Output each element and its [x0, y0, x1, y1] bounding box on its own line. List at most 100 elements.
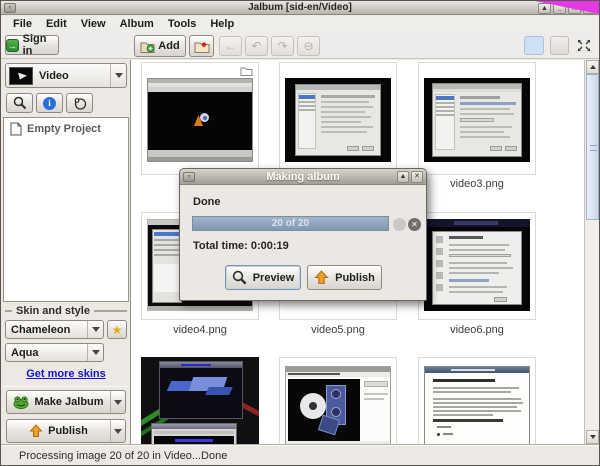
rotate-left-button: ↶	[245, 36, 268, 56]
up-level-button: ←	[219, 36, 242, 56]
thumbnail-cell[interactable]	[418, 357, 536, 444]
fullscreen-icon	[577, 39, 591, 52]
page-icon	[10, 122, 22, 136]
info-icon: i	[43, 97, 56, 110]
project-tree: Empty Project	[3, 117, 129, 302]
skin-config-button[interactable]: ★	[107, 320, 127, 339]
view-toggle-button[interactable]	[524, 36, 544, 55]
up-level-icon: ←	[225, 39, 237, 53]
thumbnail-image	[285, 78, 391, 162]
menu-album[interactable]: Album	[113, 18, 161, 30]
style-select[interactable]: Aqua	[5, 343, 104, 362]
sign-in-button[interactable]: → Sign in	[5, 35, 59, 55]
chevron-down-icon	[114, 400, 122, 405]
scrollbar-thumb[interactable]	[586, 74, 599, 220]
menubar: File Edit View Album Tools Help	[1, 16, 599, 32]
get-more-skins-link[interactable]: Get more skins	[1, 368, 131, 380]
thumbnail-image	[424, 219, 530, 311]
remove-icon: ⊖	[303, 39, 313, 53]
tag-icon	[73, 97, 87, 110]
new-folder-icon	[194, 39, 210, 53]
thumbnail-label: video3.png	[408, 178, 546, 190]
progress-bar: 20 of 20	[192, 216, 389, 231]
thumbnail-image	[141, 357, 259, 444]
making-album-dialog: ▿ Making album ▲ ✕ Done 20 of 20 ✕ Total…	[179, 168, 427, 301]
dialog-shade-button[interactable]: ▲	[397, 171, 409, 183]
thumbnail-image	[424, 78, 530, 162]
chevron-down-icon	[114, 429, 122, 434]
status-text: Processing image 20 of 20 in Video...Don…	[19, 450, 227, 462]
make-album-dropdown[interactable]	[110, 391, 125, 413]
dialog-menu-icon[interactable]: ▿	[183, 172, 195, 182]
thumbnail-image	[285, 366, 391, 444]
search-button[interactable]	[6, 93, 33, 113]
tree-item-empty-project[interactable]: Empty Project	[4, 118, 128, 136]
album-thumbnail-icon	[9, 67, 33, 85]
chevron-down-icon	[92, 350, 100, 355]
star-icon: ★	[112, 323, 123, 337]
tag-button[interactable]	[66, 93, 93, 113]
thumbnail-cell[interactable]	[418, 212, 536, 320]
cancel-progress-button[interactable]: ✕	[408, 218, 421, 231]
search-icon	[13, 96, 27, 110]
folder-badge-icon	[240, 66, 253, 76]
info-button[interactable]: i	[36, 93, 63, 113]
menu-view[interactable]: View	[74, 18, 113, 30]
toolbar: → Sign in Add ← ↶ ↷ ⊖	[1, 32, 599, 59]
make-album-button[interactable]: Make Jalbum	[6, 390, 126, 414]
thumbnail-cell[interactable]	[141, 62, 259, 175]
divider	[4, 386, 128, 387]
titlebar: ▿ Jalbum [sid-en/Video] ▲ _ □ ✕	[1, 1, 599, 15]
shade-button[interactable]: ▲	[538, 3, 551, 14]
skin-section-header[interactable]: Skin and style	[5, 305, 127, 317]
skin-select[interactable]: Chameleon	[5, 320, 104, 339]
dialog-close-button[interactable]: ✕	[411, 171, 423, 183]
dialog-upload-arrow-icon	[314, 270, 329, 285]
dialog-status-text: Done	[193, 196, 221, 208]
vertical-scrollbar[interactable]	[584, 60, 599, 444]
window-title: Jalbum [sid-en/Video]	[1, 1, 599, 15]
menu-file[interactable]: File	[6, 18, 39, 30]
statusbar: Processing image 20 of 20 in Video...Don…	[1, 444, 599, 466]
publish-dropdown[interactable]	[110, 420, 125, 442]
collapse-icon	[5, 310, 12, 312]
edit-image-button	[550, 36, 569, 55]
add-button[interactable]: Add	[134, 35, 186, 57]
preview-magnifier-icon	[232, 270, 247, 285]
scroll-down-button[interactable]	[586, 430, 599, 444]
sidebar: Video i	[1, 60, 131, 444]
rotate-left-icon: ↶	[251, 39, 261, 53]
thumbnail-cell[interactable]	[279, 357, 397, 444]
chevron-down-icon	[92, 327, 100, 332]
window-menu-icon[interactable]: ▿	[4, 3, 16, 13]
menu-help[interactable]: Help	[203, 18, 241, 30]
thumbnail-cell[interactable]	[279, 62, 397, 175]
arrow-up-icon	[590, 65, 596, 69]
thumbnail-label: video5.png	[269, 324, 407, 336]
preview-button[interactable]: Preview	[225, 265, 301, 290]
rotate-right-button: ↷	[271, 36, 294, 56]
scroll-up-button[interactable]	[586, 60, 599, 74]
chevron-down-icon	[115, 73, 123, 78]
publish-button[interactable]: Publish	[6, 419, 126, 443]
remove-button: ⊖	[297, 36, 320, 56]
dialog-titlebar: ▿ Making album ▲ ✕	[180, 169, 426, 185]
thumbnail-image	[424, 366, 530, 444]
add-folder-icon	[140, 40, 155, 52]
fullscreen-button[interactable]	[573, 36, 594, 55]
dialog-publish-button[interactable]: Publish	[307, 265, 382, 290]
dialog-title: Making album	[180, 171, 426, 183]
grip-icon	[590, 145, 597, 151]
new-folder-button[interactable]	[189, 35, 214, 57]
rotate-right-icon: ↷	[277, 39, 287, 53]
thumbnail-cell[interactable]	[141, 357, 259, 444]
frog-icon	[13, 396, 29, 409]
upload-arrow-icon	[29, 424, 43, 438]
album-selector[interactable]: Video	[5, 63, 127, 88]
thumbnail-image	[147, 78, 253, 162]
progress-aux-button	[393, 218, 406, 231]
menu-edit[interactable]: Edit	[39, 18, 74, 30]
menu-tools[interactable]: Tools	[161, 18, 204, 30]
thumbnail-cell[interactable]	[418, 62, 536, 175]
thumbnail-label: video4.png	[131, 324, 269, 336]
